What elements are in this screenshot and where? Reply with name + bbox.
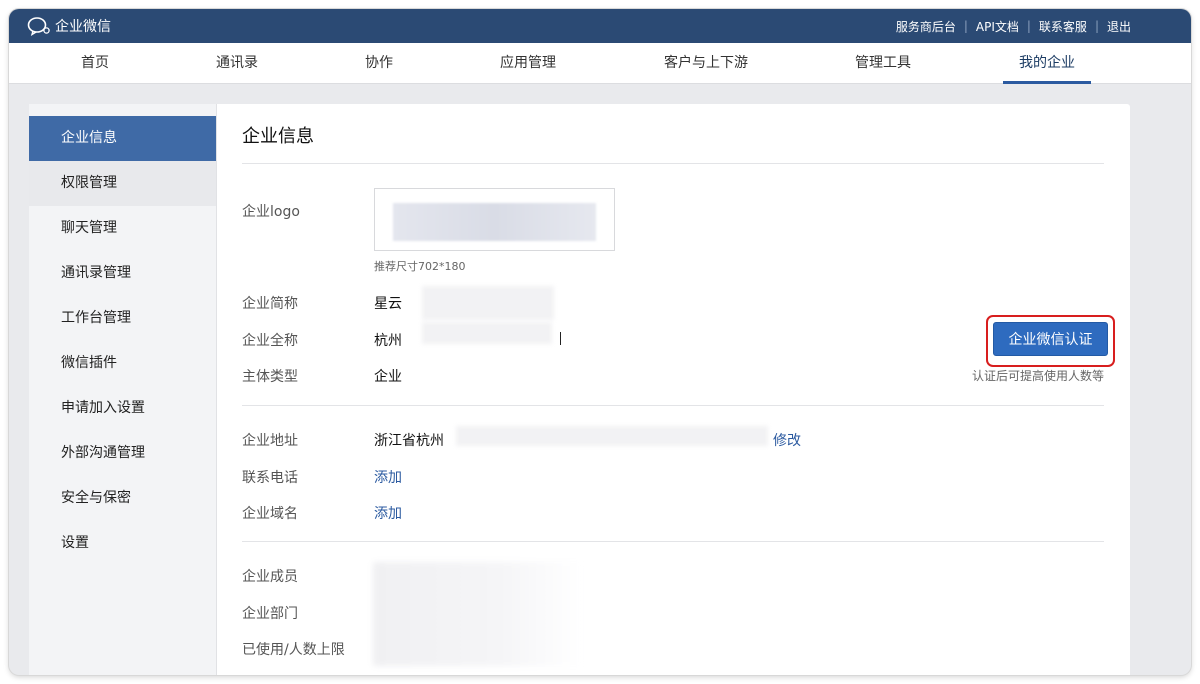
certify-button[interactable]: 企业微信认证 — [993, 322, 1108, 356]
short-name-label: 企业简称 — [242, 296, 298, 312]
sidebar-item-security[interactable]: 安全与保密 — [29, 476, 216, 521]
certify-note: 认证后可提高使用人数等 — [971, 369, 1104, 383]
entity-type-label: 主体类型 — [242, 369, 298, 385]
top-link-separator: | — [1094, 19, 1099, 33]
full-name-value: 杭州 — [374, 333, 402, 349]
sidebar: 企业信息 权限管理 聊天管理 通讯录管理 工作台管理 微信插件 申请加入设置 外… — [29, 104, 217, 675]
nav-my-enterprise-label: 我的企业 — [1019, 55, 1075, 71]
api-docs-link[interactable]: API文档 — [976, 18, 1019, 35]
wecom-logo-icon — [27, 17, 50, 36]
edit-address-link[interactable]: 修改 — [773, 430, 801, 450]
divider — [242, 541, 1104, 542]
divider — [242, 405, 1104, 406]
nav-tools[interactable]: 管理工具 — [855, 43, 911, 83]
text-cursor — [560, 332, 561, 345]
top-link-separator: | — [963, 19, 968, 33]
sidebar-item-wechat-plugin[interactable]: 微信插件 — [29, 341, 216, 386]
logo-size-hint: 推荐尺寸702*180 — [374, 260, 466, 273]
entity-type-value: 企业 — [374, 369, 402, 385]
top-bar: 企业微信 服务商后台 | API文档 | 联系客服 | 退出 — [9, 9, 1191, 43]
divider — [242, 163, 1104, 164]
certify-highlight: 企业微信认证 — [986, 315, 1115, 367]
content-card: 企业信息 权限管理 聊天管理 通讯录管理 工作台管理 微信插件 申请加入设置 外… — [29, 104, 1130, 675]
redacted-member-stats — [373, 562, 583, 666]
address-label: 企业地址 — [242, 433, 298, 449]
app-title: 企业微信 — [55, 19, 111, 35]
active-tab-indicator — [1003, 81, 1091, 84]
phone-label: 联系电话 — [242, 470, 298, 486]
member-limit-label: 已使用/人数上限 — [242, 642, 345, 658]
main-nav: 首页 通讯录 协作 应用管理 客户与上下游 管理工具 我的企业 — [9, 43, 1191, 84]
top-link-separator: | — [1026, 19, 1031, 33]
sidebar-item-join-settings[interactable]: 申请加入设置 — [29, 386, 216, 431]
browser-frame: 企业微信 服务商后台 | API文档 | 联系客服 | 退出 首页 通讯录 协作… — [9, 9, 1191, 675]
redacted-full-name — [422, 322, 552, 344]
contact-support-link[interactable]: 联系客服 — [1039, 18, 1087, 35]
short-name-value: 星云 — [374, 296, 402, 312]
full-name-label: 企业全称 — [242, 333, 298, 349]
add-domain-link[interactable]: 添加 — [374, 503, 402, 523]
page-title: 企业信息 — [242, 126, 314, 147]
sidebar-item-chat[interactable]: 聊天管理 — [29, 206, 216, 251]
service-provider-link[interactable]: 服务商后台 — [896, 18, 956, 35]
nav-app-management[interactable]: 应用管理 — [500, 43, 556, 83]
sidebar-item-enterprise-info[interactable]: 企业信息 — [29, 116, 216, 161]
redacted-short-name — [422, 286, 554, 320]
sidebar-item-contacts-management[interactable]: 通讯录管理 — [29, 251, 216, 296]
sidebar-item-permissions[interactable]: 权限管理 — [29, 161, 216, 206]
logo-label: 企业logo — [242, 204, 300, 220]
nav-my-enterprise[interactable]: 我的企业 — [1003, 43, 1091, 84]
address-value: 浙江省杭州 — [374, 433, 444, 449]
nav-contacts[interactable]: 通讯录 — [216, 43, 258, 83]
redacted-address — [456, 426, 768, 446]
enterprise-logo-image — [393, 203, 596, 241]
nav-home[interactable]: 首页 — [81, 43, 109, 83]
domain-label: 企业域名 — [242, 506, 298, 522]
members-label: 企业成员 — [242, 569, 298, 585]
add-phone-link[interactable]: 添加 — [374, 467, 402, 487]
nav-collaboration[interactable]: 协作 — [365, 43, 393, 83]
nav-customers[interactable]: 客户与上下游 — [664, 43, 748, 83]
enterprise-info-panel: 企业信息 企业logo 推荐尺寸702*180 企业简称 星云 企业全称 杭州 … — [242, 104, 1115, 675]
enterprise-logo-box[interactable] — [374, 188, 615, 251]
logout-link[interactable]: 退出 — [1107, 18, 1131, 35]
sidebar-item-external-communication[interactable]: 外部沟通管理 — [29, 431, 216, 476]
sidebar-item-settings[interactable]: 设置 — [29, 521, 216, 566]
departments-label: 企业部门 — [242, 606, 298, 622]
sidebar-item-workbench[interactable]: 工作台管理 — [29, 296, 216, 341]
app-logo[interactable]: 企业微信 — [27, 15, 111, 37]
top-links: 服务商后台 | API文档 | 联系客服 | 退出 — [896, 9, 1131, 43]
